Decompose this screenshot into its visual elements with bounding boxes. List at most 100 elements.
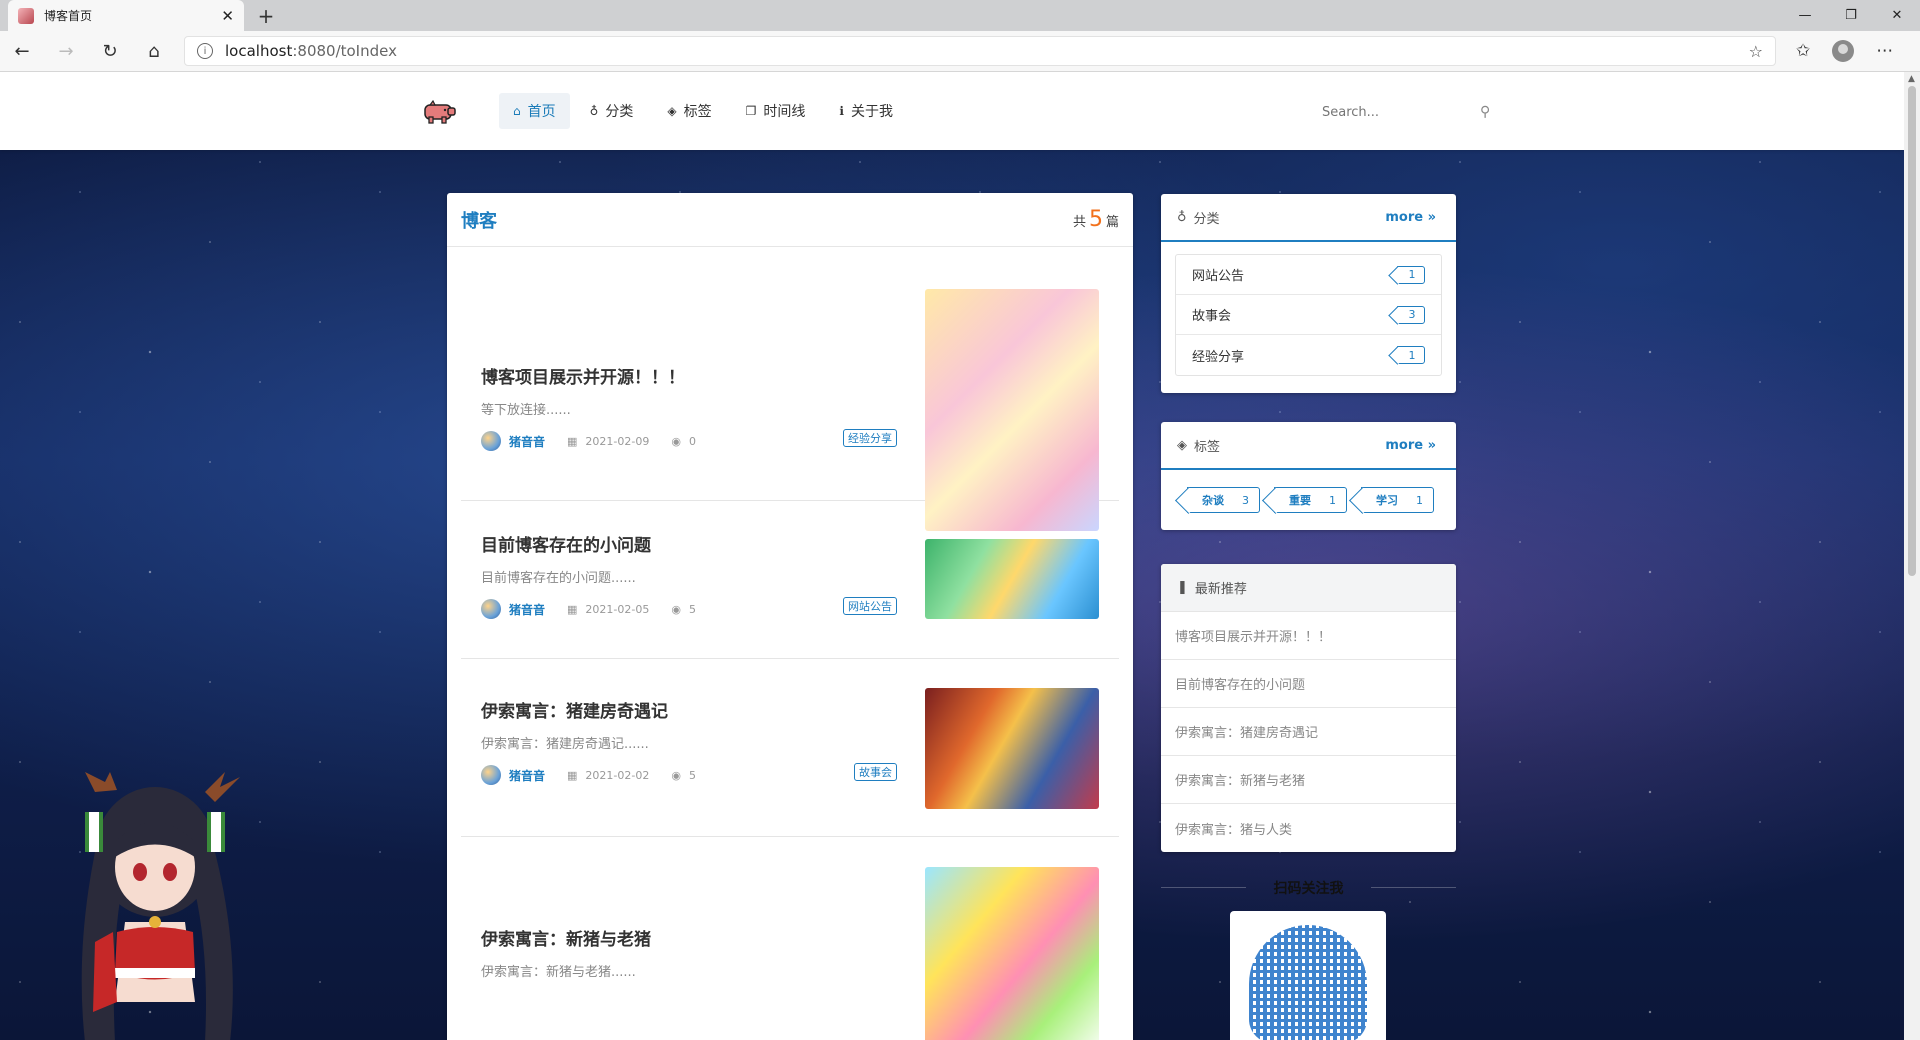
count-suffix: 篇 <box>1105 215 1119 230</box>
search-icon[interactable]: ⚲ <box>1480 104 1490 120</box>
minimize-button[interactable]: — <box>1782 0 1828 31</box>
category-count: 1 <box>1397 265 1425 284</box>
anime-mascot-image[interactable] <box>55 772 285 1040</box>
recommend-item[interactable]: 博客项目展示并开源！！！ <box>1161 612 1456 660</box>
scroll-thumb[interactable] <box>1908 86 1916 576</box>
tags-more-link[interactable]: more » <box>1385 438 1436 453</box>
calendar-icon: ▦ <box>567 768 578 782</box>
more-menu-icon[interactable]: ⋯ <box>1876 41 1893 61</box>
category-item[interactable]: 故事会 3 <box>1176 295 1441 335</box>
post-title[interactable]: 伊索寓言：新猪与老猪 <box>481 925 651 950</box>
recommend-title-text: 最新推荐 <box>1194 582 1247 597</box>
search-input[interactable] <box>1320 103 1480 121</box>
nav-about-label: 关于我 <box>850 104 893 120</box>
categories-title: ♁ 分类 <box>1177 208 1220 227</box>
address-bar[interactable]: i localhost:8080/toIndex ☆ <box>184 36 1776 66</box>
categories-header: ♁ 分类 more » <box>1161 194 1456 242</box>
scroll-up-icon[interactable]: ▲ <box>1908 74 1915 84</box>
tag-name: 学习 <box>1376 494 1398 507</box>
tags-header: ◈ 标签 more » <box>1161 422 1456 470</box>
close-window-button[interactable]: ✕ <box>1874 0 1920 31</box>
new-tab-button[interactable]: + <box>254 0 278 31</box>
browser-tab[interactable]: 博客首页 ✕ <box>8 0 244 31</box>
post-excerpt: 伊索寓言：猪建房奇遇记...... <box>481 737 649 752</box>
tag-count: 1 <box>1416 493 1423 507</box>
restore-button[interactable]: ❐ <box>1828 0 1874 31</box>
qr-label: 扫码关注我 <box>1161 878 1456 898</box>
recommend-item[interactable]: 伊索寓言：猪建房奇遇记 <box>1161 708 1456 756</box>
browser-toolbar: ← → ↻ ⌂ i localhost:8080/toIndex ☆ ✩ ⋯ <box>0 31 1920 72</box>
eye-icon: ◉ <box>671 602 681 616</box>
post-thumbnail[interactable] <box>925 539 1099 619</box>
post-meta: 猪音音 ▦ 2021-02-05 ◉ 5 <box>481 599 696 619</box>
more-label: more <box>1385 437 1424 453</box>
recommend-item[interactable]: 伊索寓言：猪与人类 <box>1161 804 1456 852</box>
qr-code-box <box>1230 911 1386 1040</box>
search-box: ⚲ <box>1320 94 1502 130</box>
browser-right-icons: ✩ ⋯ <box>1796 40 1893 62</box>
nav-timeline[interactable]: ❐ 时间线 <box>732 93 820 129</box>
tab-title: 博客首页 <box>44 9 93 23</box>
profile-icon[interactable] <box>1832 40 1855 62</box>
site-info-icon[interactable]: i <box>197 43 213 59</box>
category-item[interactable]: 经验分享 1 <box>1176 335 1441 375</box>
post-category-tag[interactable]: 网站公告 <box>843 597 897 615</box>
main-menu: ⌂ 首页 ♁ 分类 ◈ 标签 ❐ 时间线 ℹ 关于我 <box>499 93 907 129</box>
post-title[interactable]: 博客项目展示并开源！！！ <box>481 363 685 388</box>
category-item[interactable]: 网站公告 1 <box>1176 255 1441 295</box>
tag-chip[interactable]: 重要 1 <box>1274 487 1347 513</box>
author-name[interactable]: 猪音音 <box>509 767 545 784</box>
nav-categories[interactable]: ♁ 分类 <box>576 93 648 129</box>
lightbulb-icon: ♁ <box>1177 209 1187 225</box>
tag-chip[interactable]: 杂谈 3 <box>1187 487 1260 513</box>
tags-title-text: 标签 <box>1194 439 1221 455</box>
recommend-item[interactable]: 伊索寓言：新猪与老猪 <box>1161 756 1456 804</box>
author-name[interactable]: 猪音音 <box>509 601 545 618</box>
forward-button[interactable]: → <box>44 31 88 72</box>
post-category-tag[interactable]: 经验分享 <box>843 429 897 447</box>
add-favorite-icon[interactable]: ☆ <box>1749 42 1763 61</box>
post-item[interactable]: 目前博客存在的小问题 目前博客存在的小问题...... 猪音音 ▦ 2021-0… <box>461 501 1119 659</box>
categories-more-link[interactable]: more » <box>1385 210 1436 225</box>
post-title[interactable]: 目前博客存在的小问题 <box>481 531 651 556</box>
recommend-widget: ❚ 最新推荐 博客项目展示并开源！！！ 目前博客存在的小问题 伊索寓言：猪建房奇… <box>1161 564 1456 852</box>
post-item[interactable]: 博客项目展示并开源！！！ 等下放连接...... 猪音音 ▦ 2021-02-0… <box>461 247 1119 531</box>
post-thumbnail[interactable] <box>925 867 1099 1040</box>
author-avatar <box>481 765 501 785</box>
nav-home[interactable]: ⌂ 首页 <box>499 93 570 129</box>
nav-about[interactable]: ℹ 关于我 <box>825 93 907 129</box>
reload-button[interactable]: ↻ <box>88 31 132 72</box>
category-count: 1 <box>1397 346 1425 364</box>
post-excerpt: 伊索寓言：新猪与老猪...... <box>481 965 636 980</box>
post-title[interactable]: 伊索寓言：猪建房奇遇记 <box>481 697 668 722</box>
post-thumbnail[interactable] <box>925 688 1099 809</box>
more-label: more <box>1385 209 1424 225</box>
blog-list-card: 博客 共 5 篇 博客项目展示并开源！！！ 等下放连接...... 猪音音 ▦ … <box>447 193 1133 1040</box>
home-icon: ⌂ <box>513 104 521 118</box>
tag-chip[interactable]: 学习 1 <box>1361 487 1434 513</box>
tags-icon: ◈ <box>1177 437 1187 453</box>
page-scrollbar[interactable]: ▲ <box>1904 72 1920 1040</box>
post-item[interactable]: 伊索寓言：新猪与老猪 伊索寓言：新猪与老猪...... <box>461 837 1119 1040</box>
pig-logo-icon[interactable] <box>421 100 457 124</box>
favorites-icon[interactable]: ✩ <box>1796 41 1810 61</box>
home-button[interactable]: ⌂ <box>132 31 176 72</box>
category-name: 故事会 <box>1192 309 1232 324</box>
post-thumbnail[interactable] <box>925 289 1099 531</box>
post-item[interactable]: 伊索寓言：猪建房奇遇记 伊索寓言：猪建房奇遇记...... 猪音音 ▦ 2021… <box>461 659 1119 837</box>
post-count: 共 5 篇 <box>1073 207 1119 232</box>
post-category-tag[interactable]: 故事会 <box>854 763 897 781</box>
author-avatar <box>481 431 501 451</box>
categories-title-text: 分类 <box>1193 211 1220 227</box>
nav-tags[interactable]: ◈ 标签 <box>653 93 725 129</box>
close-tab-icon[interactable]: ✕ <box>221 7 234 25</box>
nav-categories-label: 分类 <box>605 104 634 120</box>
url-text[interactable]: localhost:8080/toIndex <box>225 42 1737 60</box>
blog-list-header: 博客 共 5 篇 <box>447 193 1133 247</box>
info-icon: ℹ <box>839 104 844 118</box>
author-name[interactable]: 猪音音 <box>509 433 545 450</box>
back-button[interactable]: ← <box>0 31 44 72</box>
recommend-item[interactable]: 目前博客存在的小问题 <box>1161 660 1456 708</box>
count-number: 5 <box>1088 207 1103 232</box>
post-meta: 猪音音 ▦ 2021-02-09 ◉ 0 <box>481 431 696 451</box>
